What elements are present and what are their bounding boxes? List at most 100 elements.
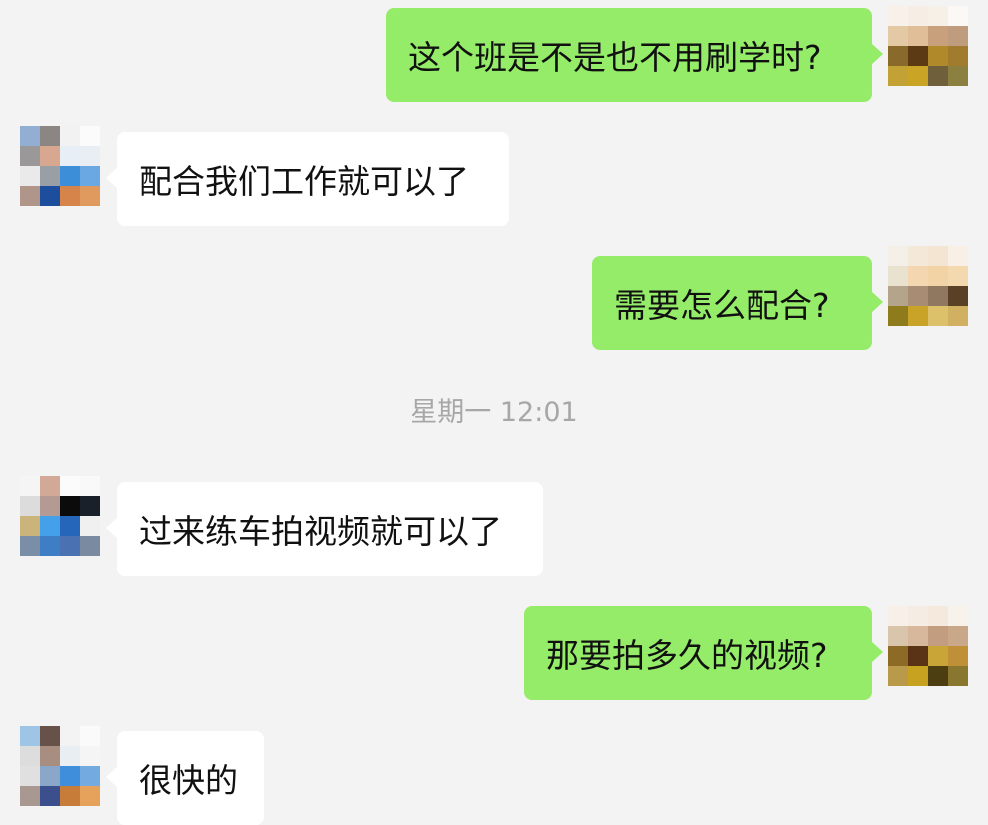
avatar-pixel [908,46,928,66]
avatar-pixel [20,496,40,516]
avatar-pixel [20,726,40,746]
avatar-pixel [888,666,908,686]
avatar-pixel [80,786,100,806]
message-bubble-received[interactable]: 配合我们工作就可以了 [106,132,509,226]
avatar-pixel [908,26,928,46]
avatar-pixel [888,266,908,286]
message-bubble-sent[interactable]: 需要怎么配合? [592,256,883,350]
avatar-pixel [888,46,908,66]
avatar-pixel [40,146,60,166]
avatar-pixel [40,726,60,746]
avatar-pixel [948,46,968,66]
message-text: 需要怎么配合? [614,286,830,325]
avatar-pixel [40,786,60,806]
avatar-pixel [80,186,100,206]
avatar-pixel [20,126,40,146]
chat-view: 这个班是不是也不用刷学时? 配合我们工作就可以了 需要怎么配合? 星期一 12:… [0,0,988,825]
avatar-pixel [60,536,80,556]
avatar-pixel [40,516,60,536]
avatar-pixel [948,306,968,326]
avatar-pixel [20,516,40,536]
avatar-pixel [80,766,100,786]
avatar-pixel [40,496,60,516]
avatar-pixel [20,786,40,806]
avatar-pixel [40,166,60,186]
avatar-pixel [80,476,100,496]
avatar-pixel [80,126,100,146]
avatar-pixel [928,666,948,686]
avatar-pixel [928,6,948,26]
avatar-pixel [888,286,908,306]
my-avatar[interactable] [888,606,968,686]
my-avatar[interactable] [888,246,968,326]
message-text: 配合我们工作就可以了 [139,162,469,201]
avatar-pixel [948,666,968,686]
avatar-pixel [20,476,40,496]
avatar-pixel [60,726,80,746]
avatar-pixel [908,6,928,26]
avatar-pixel [20,746,40,766]
contact-avatar[interactable] [20,726,100,806]
avatar-pixel [948,646,968,666]
my-avatar[interactable] [888,6,968,86]
contact-avatar[interactable] [20,126,100,206]
message-bubble-received[interactable]: 过来练车拍视频就可以了 [106,482,543,576]
avatar-pixel [888,26,908,46]
avatar-pixel [20,766,40,786]
avatar-pixel [928,246,948,266]
avatar-pixel [60,476,80,496]
avatar-pixel [60,186,80,206]
avatar-pixel [908,666,928,686]
avatar-pixel [928,46,948,66]
avatar-pixel [908,66,928,86]
avatar-pixel [888,626,908,646]
avatar-pixel [888,6,908,26]
avatar-pixel [888,306,908,326]
avatar-pixel [80,726,100,746]
avatar-pixel [60,496,80,516]
avatar-pixel [888,606,908,626]
avatar-pixel [908,266,928,286]
avatar-pixel [948,6,968,26]
avatar-pixel [80,496,100,516]
avatar-pixel [948,606,968,626]
avatar-pixel [20,146,40,166]
message-bubble-sent[interactable]: 那要拍多久的视频? [524,606,883,700]
avatar-pixel [80,746,100,766]
avatar-pixel [948,66,968,86]
avatar-pixel [908,306,928,326]
avatar-pixel [40,536,60,556]
avatar-pixel [80,516,100,536]
avatar-pixel [888,646,908,666]
avatar-pixel [60,166,80,186]
message-text: 这个班是不是也不用刷学时? [408,38,822,77]
avatar-pixel [60,126,80,146]
avatar-pixel [948,626,968,646]
avatar-pixel [908,626,928,646]
avatar-pixel [928,306,948,326]
avatar-pixel [20,166,40,186]
avatar-pixel [948,286,968,306]
avatar-pixel [40,126,60,146]
avatar-pixel [80,146,100,166]
avatar-pixel [928,286,948,306]
message-bubble-sent[interactable]: 这个班是不是也不用刷学时? [386,8,883,102]
avatar-pixel [60,746,80,766]
avatar-pixel [928,66,948,86]
avatar-pixel [948,246,968,266]
avatar-pixel [80,166,100,186]
avatar-pixel [908,286,928,306]
contact-avatar[interactable] [20,476,100,556]
avatar-pixel [40,746,60,766]
avatar-pixel [908,606,928,626]
message-text: 那要拍多久的视频? [546,636,828,675]
message-bubble-received[interactable]: 很快的 [106,731,264,825]
avatar-pixel [888,66,908,86]
avatar-pixel [80,536,100,556]
avatar-pixel [908,646,928,666]
avatar-pixel [908,246,928,266]
message-text: 很快的 [139,761,238,800]
avatar-pixel [948,26,968,46]
message-text: 过来练车拍视频就可以了 [139,512,502,551]
avatar-pixel [928,646,948,666]
